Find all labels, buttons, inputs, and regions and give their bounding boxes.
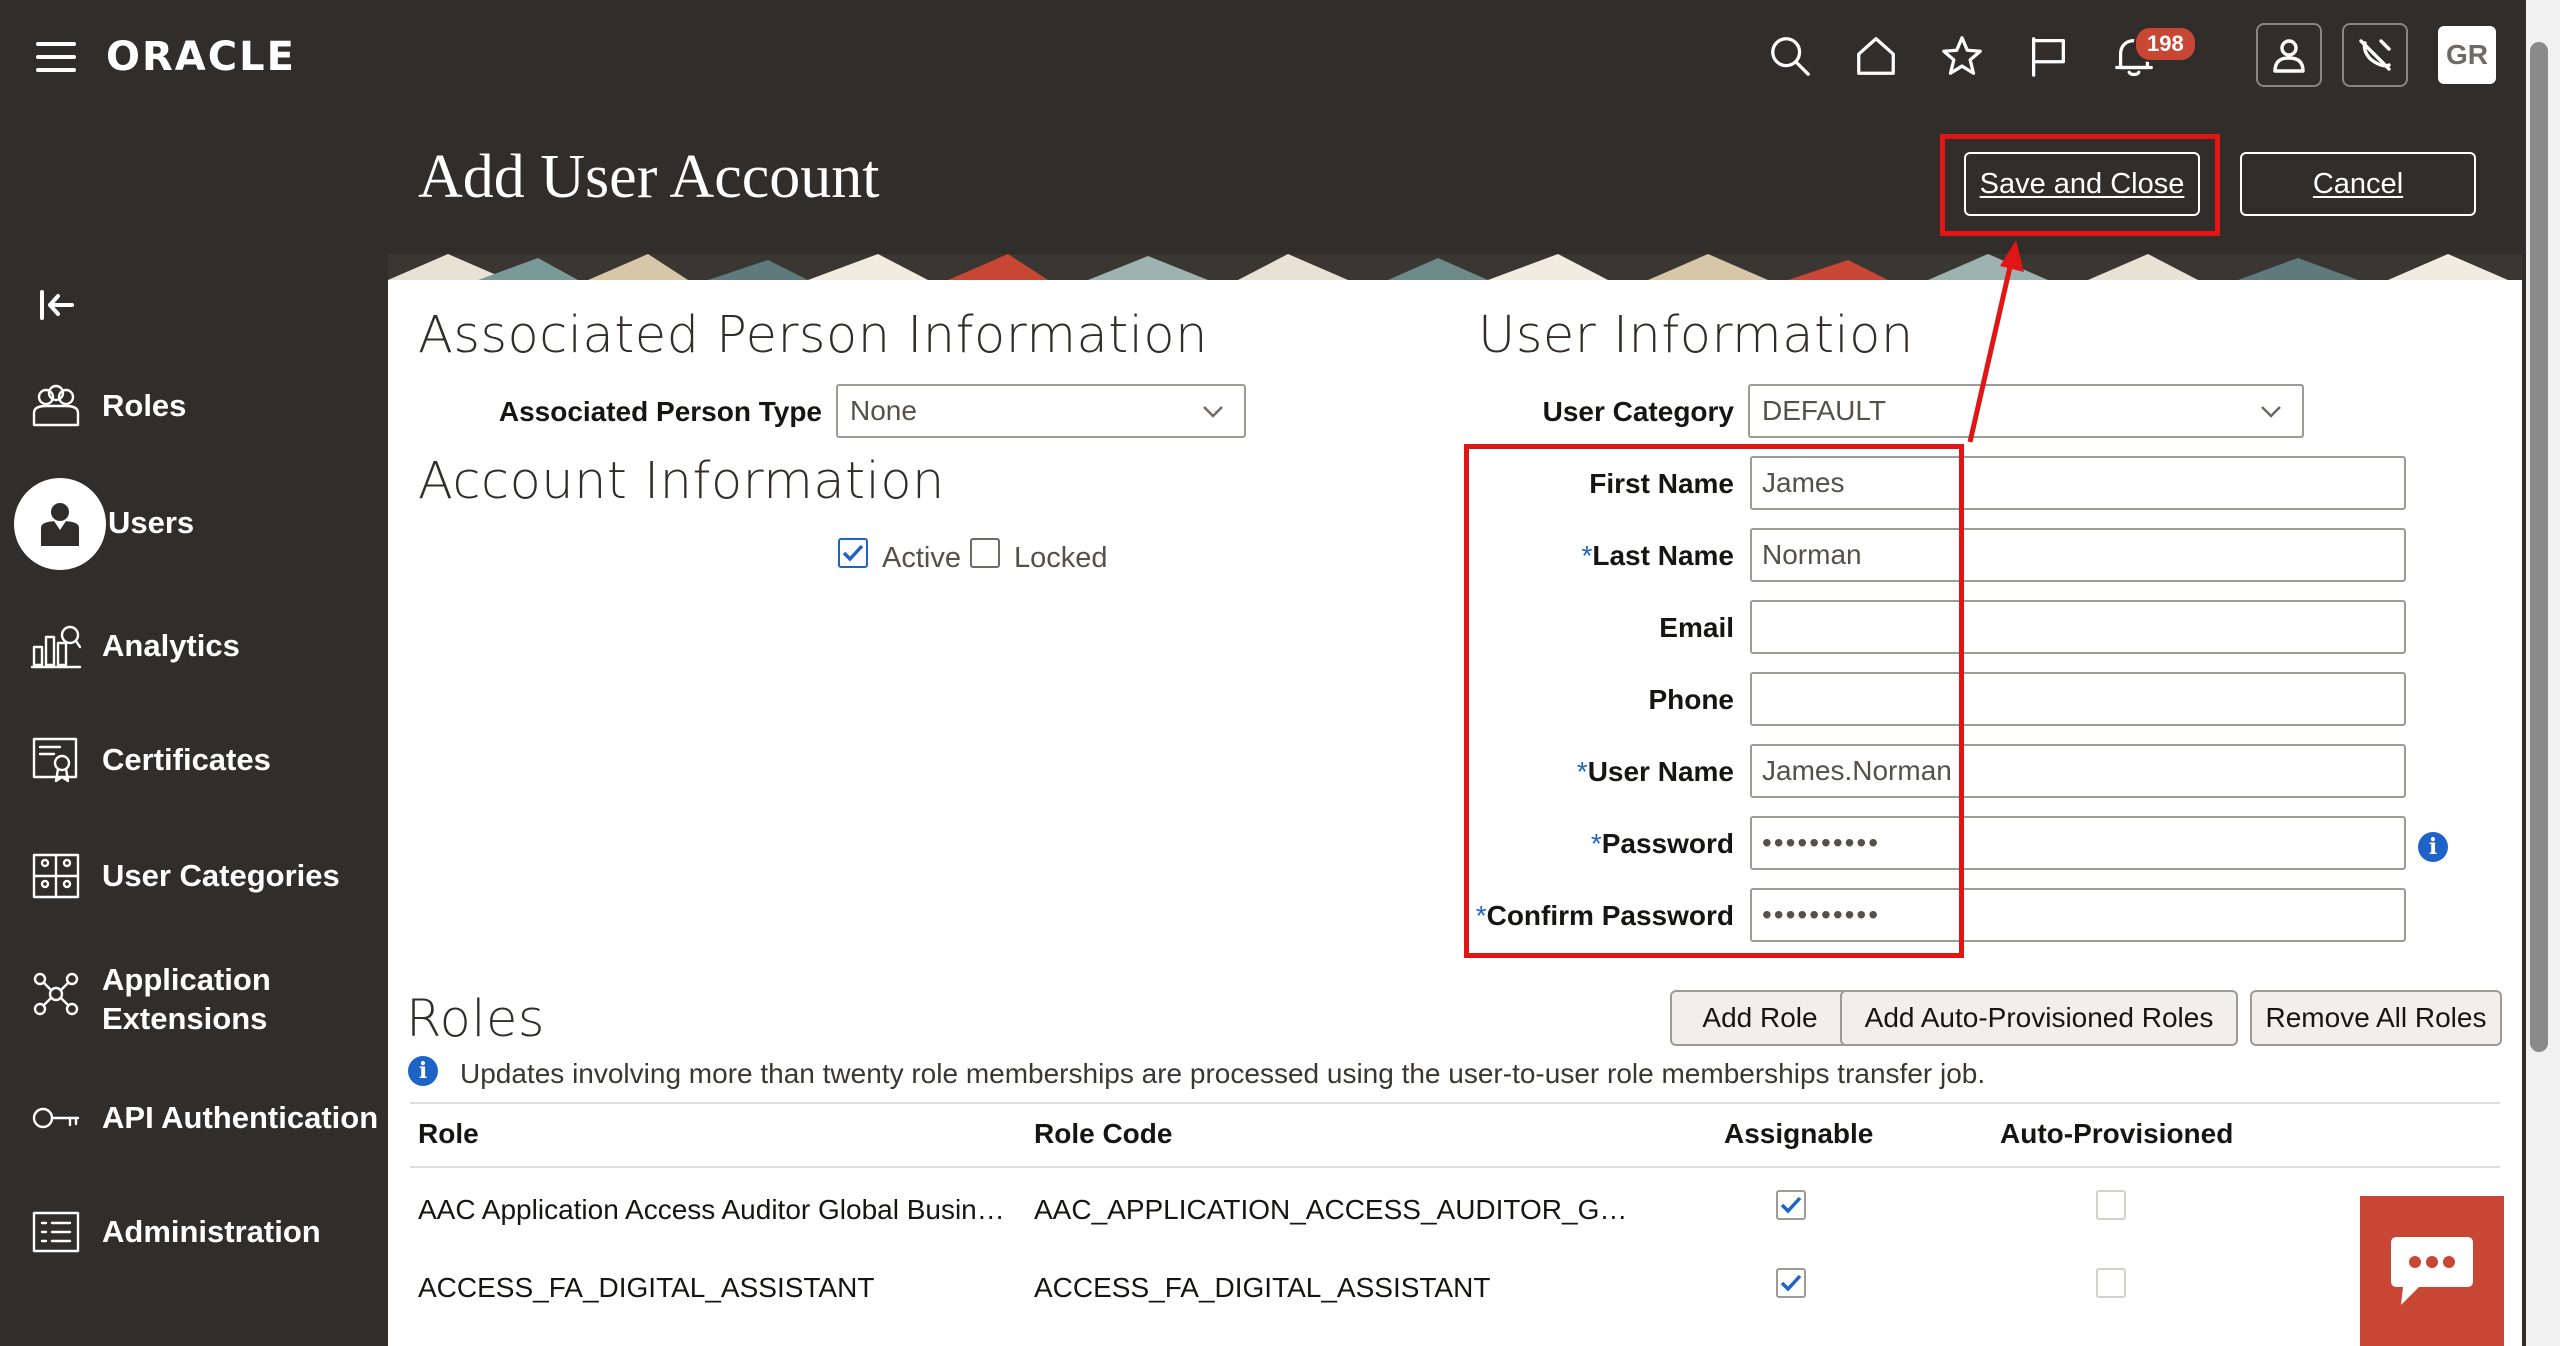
scrollbar-thumb[interactable] <box>2530 42 2548 1052</box>
password-info-icon[interactable]: i <box>2418 832 2448 862</box>
associated-person-type-label: Associated Person Type <box>498 396 822 427</box>
chevron-down-icon <box>2261 406 2281 418</box>
email-field[interactable] <box>1750 600 2406 654</box>
first-name-label: First Name <box>1589 468 1734 499</box>
locked-checkbox[interactable] <box>970 538 1000 568</box>
flag-icon[interactable] <box>2020 28 2076 84</box>
user-categories-icon <box>28 850 84 902</box>
associated-person-section-title: Associated Person Information <box>418 306 1208 365</box>
user-profile-icon[interactable] <box>2256 23 2322 87</box>
analytics-icon <box>28 620 84 672</box>
nav-item-application-extensions[interactable]: Application Extensions <box>28 960 271 1038</box>
collapse-nav-icon[interactable] <box>38 288 78 322</box>
search-icon[interactable] <box>1762 28 1818 84</box>
last-name-label: *Last Name <box>1581 540 1734 571</box>
nav-label-users: Users <box>108 505 195 540</box>
nav-label-user-categories: User Categories <box>102 858 340 893</box>
table-row-2-code: ACCESS_FA_DIGITAL_ASSISTANT <box>1034 1272 1491 1303</box>
application-extensions-icon <box>28 968 84 1020</box>
table-row-2-role[interactable]: ACCESS_FA_DIGITAL_ASSISTANT <box>418 1272 874 1304</box>
favorites-star-icon[interactable] <box>1934 28 1990 84</box>
last-name-field[interactable] <box>1750 528 2406 582</box>
password-label: *Password <box>1590 828 1734 859</box>
active-label: Active <box>882 542 961 574</box>
password-field[interactable] <box>1750 816 2406 870</box>
nav-item-roles[interactable]: Roles <box>28 380 186 432</box>
roles-icon <box>28 380 84 432</box>
remove-all-roles-button[interactable]: Remove All Roles <box>2250 990 2502 1046</box>
table-row-1-auto-provisioned-checkbox[interactable] <box>2096 1190 2126 1220</box>
cancel-button[interactable]: Cancel <box>2240 152 2476 216</box>
phone-field[interactable] <box>1750 672 2406 726</box>
api-authentication-icon <box>28 1092 84 1144</box>
required-marker: * <box>1590 828 1602 859</box>
active-checkbox[interactable] <box>838 538 868 568</box>
decorative-banner <box>388 254 2522 280</box>
users-icon[interactable] <box>14 478 106 570</box>
nav-item-user-categories[interactable]: User Categories <box>28 850 340 902</box>
associated-person-type-select[interactable]: None <box>836 384 1246 438</box>
column-header-role-code[interactable]: Role Code <box>1034 1118 1172 1150</box>
content-panel <box>388 280 2522 1346</box>
nav-item-api-authentication[interactable]: API Authentication <box>28 1092 378 1144</box>
certificates-icon <box>28 734 84 786</box>
user-information-section-title: User Information <box>1478 306 1914 365</box>
save-and-close-button[interactable]: Save and Close <box>1964 152 2200 216</box>
nav-item-analytics[interactable]: Analytics <box>28 620 240 672</box>
table-row-1-role[interactable]: AAC Application Access Auditor Global Bu… <box>418 1194 1005 1226</box>
nav-label-analytics: Analytics <box>102 628 240 663</box>
annotation-arrow-icon <box>1967 240 2024 443</box>
home-icon[interactable] <box>1848 28 1904 84</box>
nav-label-roles: Roles <box>102 388 187 423</box>
hamburger-menu-icon[interactable] <box>36 42 76 74</box>
confirm-password-field[interactable] <box>1750 888 2406 942</box>
locked-label: Locked <box>1014 542 1108 574</box>
nav-label-administration: Administration <box>102 1214 321 1249</box>
column-header-role[interactable]: Role <box>418 1118 479 1150</box>
chat-assistant-icon[interactable] <box>2360 1196 2504 1346</box>
table-header-divider <box>410 1166 2500 1168</box>
nav-item-users[interactable]: Users <box>108 505 194 541</box>
table-row-2-auto-provisioned-checkbox[interactable] <box>2096 1268 2126 1298</box>
oracle-logo: ORACLE <box>106 34 296 80</box>
nav-label-application: Application <box>102 962 271 997</box>
add-auto-provisioned-roles-button[interactable]: Add Auto-Provisioned Roles <box>1840 990 2238 1046</box>
roles-section-title: Roles <box>406 990 545 1049</box>
notifications-count-badge: 198 <box>2134 26 2197 62</box>
nav-label-api-authentication: API Authentication <box>102 1100 379 1135</box>
roles-info-icon: i <box>408 1056 438 1086</box>
table-row-1-code: AAC_APPLICATION_ACCESS_AUDITOR_G… <box>1034 1194 1628 1225</box>
first-name-field[interactable] <box>1750 456 2406 510</box>
email-label: Email <box>1659 612 1734 643</box>
nav-item-certificates[interactable]: Certificates <box>28 734 271 786</box>
confirm-password-label: *Confirm Password <box>1475 900 1734 931</box>
nav-label-certificates: Certificates <box>102 742 271 777</box>
table-row-1-assignable-checkbox[interactable] <box>1776 1190 1806 1220</box>
page-title: Add User Account <box>418 143 880 211</box>
table-row-2-assignable-checkbox[interactable] <box>1776 1268 1806 1298</box>
required-marker: * <box>1581 540 1593 571</box>
nav-label-extensions: Extensions <box>102 1001 268 1036</box>
administration-icon <box>28 1206 84 1258</box>
accessibility-toggle-icon[interactable] <box>2342 23 2408 87</box>
chevron-down-icon <box>1203 406 1223 418</box>
add-role-button[interactable]: Add Role <box>1670 990 1850 1046</box>
user-name-label: *User Name <box>1576 756 1734 787</box>
roles-info-text: Updates involving more than twenty role … <box>460 1058 1986 1089</box>
column-header-auto-provisioned[interactable]: Auto-Provisioned <box>2000 1118 2233 1150</box>
phone-label: Phone <box>1648 684 1734 715</box>
required-marker: * <box>1576 756 1588 787</box>
user-name-field[interactable] <box>1750 744 2406 798</box>
user-avatar[interactable]: GR <box>2438 26 2496 84</box>
user-category-label: User Category <box>1542 396 1734 427</box>
account-information-section-title: Account Information <box>418 452 945 511</box>
required-marker: * <box>1475 900 1487 931</box>
table-top-divider <box>410 1102 2500 1104</box>
column-header-assignable[interactable]: Assignable <box>1724 1118 1873 1150</box>
nav-item-administration[interactable]: Administration <box>28 1206 321 1258</box>
